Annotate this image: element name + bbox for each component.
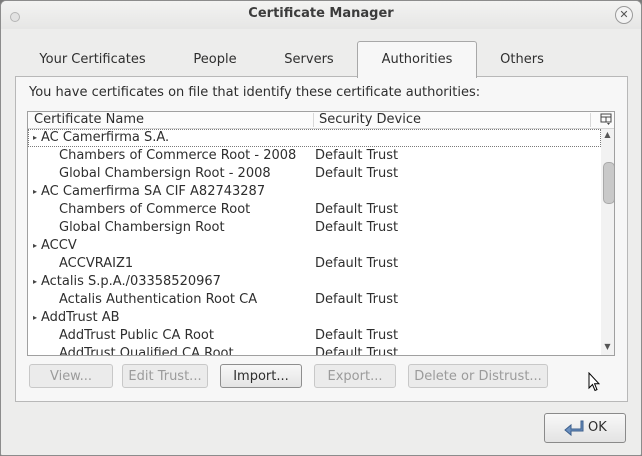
table-row[interactable]: AddTrust Qualified CA Root Default Trust: [28, 345, 601, 355]
column-separator[interactable]: [313, 113, 314, 127]
tab-bar: Your Certificates People Servers Authori…: [15, 41, 628, 78]
table-rows: ▸ AC Camerfirma S.A. Chambers of Commerc…: [28, 129, 601, 355]
table-row[interactable]: Chambers of Commerce Root Default Trust: [28, 201, 601, 219]
table-row[interactable]: Chambers of Commerce Root - 2008 Default…: [28, 147, 601, 165]
ok-button[interactable]: OK: [544, 413, 626, 443]
table-row[interactable]: ACCVRAIZ1 Default Trust: [28, 255, 601, 273]
column-security-device[interactable]: Security Device: [319, 112, 421, 128]
expand-triangle-icon[interactable]: ▸: [33, 129, 37, 147]
title-bar: Certificate Manager ✕: [1, 1, 641, 29]
mouse-pointer-icon: [588, 371, 601, 396]
column-separator[interactable]: [590, 113, 591, 127]
ok-label: OK: [588, 420, 607, 435]
export-button[interactable]: Export...: [314, 364, 396, 388]
window-title: Certificate Manager: [248, 6, 394, 21]
import-button[interactable]: Import...: [220, 364, 302, 388]
close-icon[interactable]: ✕: [615, 6, 633, 24]
table-row[interactable]: Actalis Authentication Root CA Default T…: [28, 291, 601, 309]
column-certificate-name[interactable]: Certificate Name: [34, 112, 144, 128]
table-row[interactable]: AddTrust Public CA Root Default Trust: [28, 327, 601, 345]
tree-group-row[interactable]: ▸ ACCV: [28, 237, 601, 255]
panel-description: You have certificates on file that ident…: [29, 85, 481, 100]
expand-triangle-icon[interactable]: ▸: [33, 273, 37, 291]
tab-servers[interactable]: Servers: [267, 41, 351, 76]
table-row[interactable]: Global Chambersign Root - 2008 Default T…: [28, 165, 601, 183]
scroll-down-icon[interactable]: ▼: [601, 341, 614, 353]
view-button[interactable]: View...: [29, 364, 113, 388]
expand-triangle-icon[interactable]: ▸: [33, 183, 37, 201]
tree-group-row[interactable]: ▸ AC Camerfirma SA CIF A82743287: [28, 183, 601, 201]
expand-triangle-icon[interactable]: ▸: [33, 237, 37, 255]
tab-your-certificates[interactable]: Your Certificates: [15, 41, 170, 76]
tree-group-row[interactable]: ▸ Actalis S.p.A./03358520967: [28, 273, 601, 291]
vertical-scrollbar[interactable]: ▲ ▼: [601, 129, 614, 355]
tab-people[interactable]: People: [175, 41, 255, 76]
tab-authorities[interactable]: Authorities: [357, 41, 477, 78]
scroll-up-icon[interactable]: ▲: [601, 129, 614, 141]
expand-triangle-icon[interactable]: ▸: [33, 309, 37, 327]
table-row[interactable]: Global Chambersign Root Default Trust: [28, 219, 601, 237]
tree-group-row[interactable]: ▸ AC Camerfirma S.A.: [28, 129, 601, 147]
edit-trust-button[interactable]: Edit Trust...: [122, 364, 208, 388]
certificate-manager-window: Certificate Manager ✕ Your Certificates …: [0, 0, 642, 456]
tree-group-row[interactable]: ▸ AddTrust AB: [28, 309, 601, 327]
ok-arrow-icon: [563, 419, 585, 448]
column-picker-icon[interactable]: [600, 113, 612, 125]
scrollbar-thumb[interactable]: [603, 162, 614, 204]
tab-others[interactable]: Others: [481, 41, 563, 76]
delete-or-distrust-button[interactable]: Delete or Distrust...: [408, 364, 548, 388]
certificate-tree[interactable]: Certificate Name Security Device ▸ AC Ca…: [27, 111, 615, 356]
table-header: Certificate Name Security Device: [28, 112, 614, 129]
